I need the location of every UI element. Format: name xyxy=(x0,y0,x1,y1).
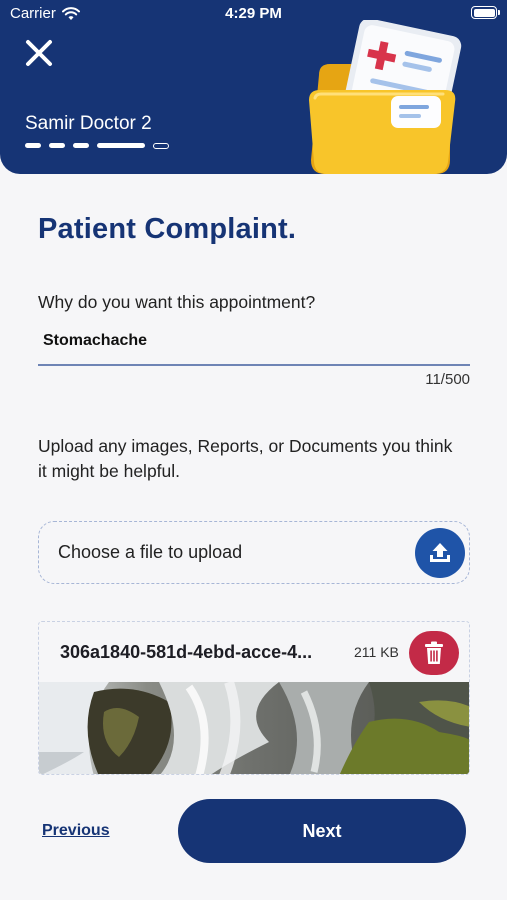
close-icon[interactable] xyxy=(22,36,56,70)
previous-link[interactable]: Previous xyxy=(42,822,110,840)
progress-step-pending xyxy=(153,143,169,149)
attachment-image-preview xyxy=(39,682,469,774)
character-counter: 11/500 xyxy=(425,371,470,388)
trash-icon xyxy=(425,641,443,664)
header: Carrier 4:29 PM Samir Doctor 2 xyxy=(0,0,507,174)
attachment-card: 306a1840-581d-4ebd-acce-4... 211 KB xyxy=(38,621,470,775)
doctor-name: Samir Doctor 2 xyxy=(25,113,152,134)
battery-icon xyxy=(471,6,500,19)
complaint-question-label: Why do you want this appointment? xyxy=(38,292,316,312)
delete-attachment-button[interactable] xyxy=(409,631,459,675)
complaint-input[interactable]: Stomachache xyxy=(43,332,147,350)
progress-step xyxy=(49,143,65,148)
upload-instructions: Upload any images, Reports, or Documents… xyxy=(38,436,453,481)
complaint-input-underline xyxy=(38,364,470,366)
upload-button[interactable] xyxy=(415,528,465,578)
page-title: Patient Complaint. xyxy=(38,213,297,245)
attachment-file-name: 306a1840-581d-4ebd-acce-4... xyxy=(60,642,313,662)
next-button[interactable]: Next xyxy=(178,799,466,863)
attachment-file-size: 211 KB xyxy=(354,644,399,660)
file-upload-dropzone[interactable]: Choose a file to upload xyxy=(38,521,470,584)
progress-step xyxy=(25,143,41,148)
step-progress xyxy=(25,143,169,149)
medical-folder-illustration xyxy=(309,20,462,174)
progress-step-current xyxy=(97,143,145,148)
upload-placeholder: Choose a file to upload xyxy=(58,542,243,562)
progress-step xyxy=(73,143,89,148)
upload-icon xyxy=(430,543,450,562)
